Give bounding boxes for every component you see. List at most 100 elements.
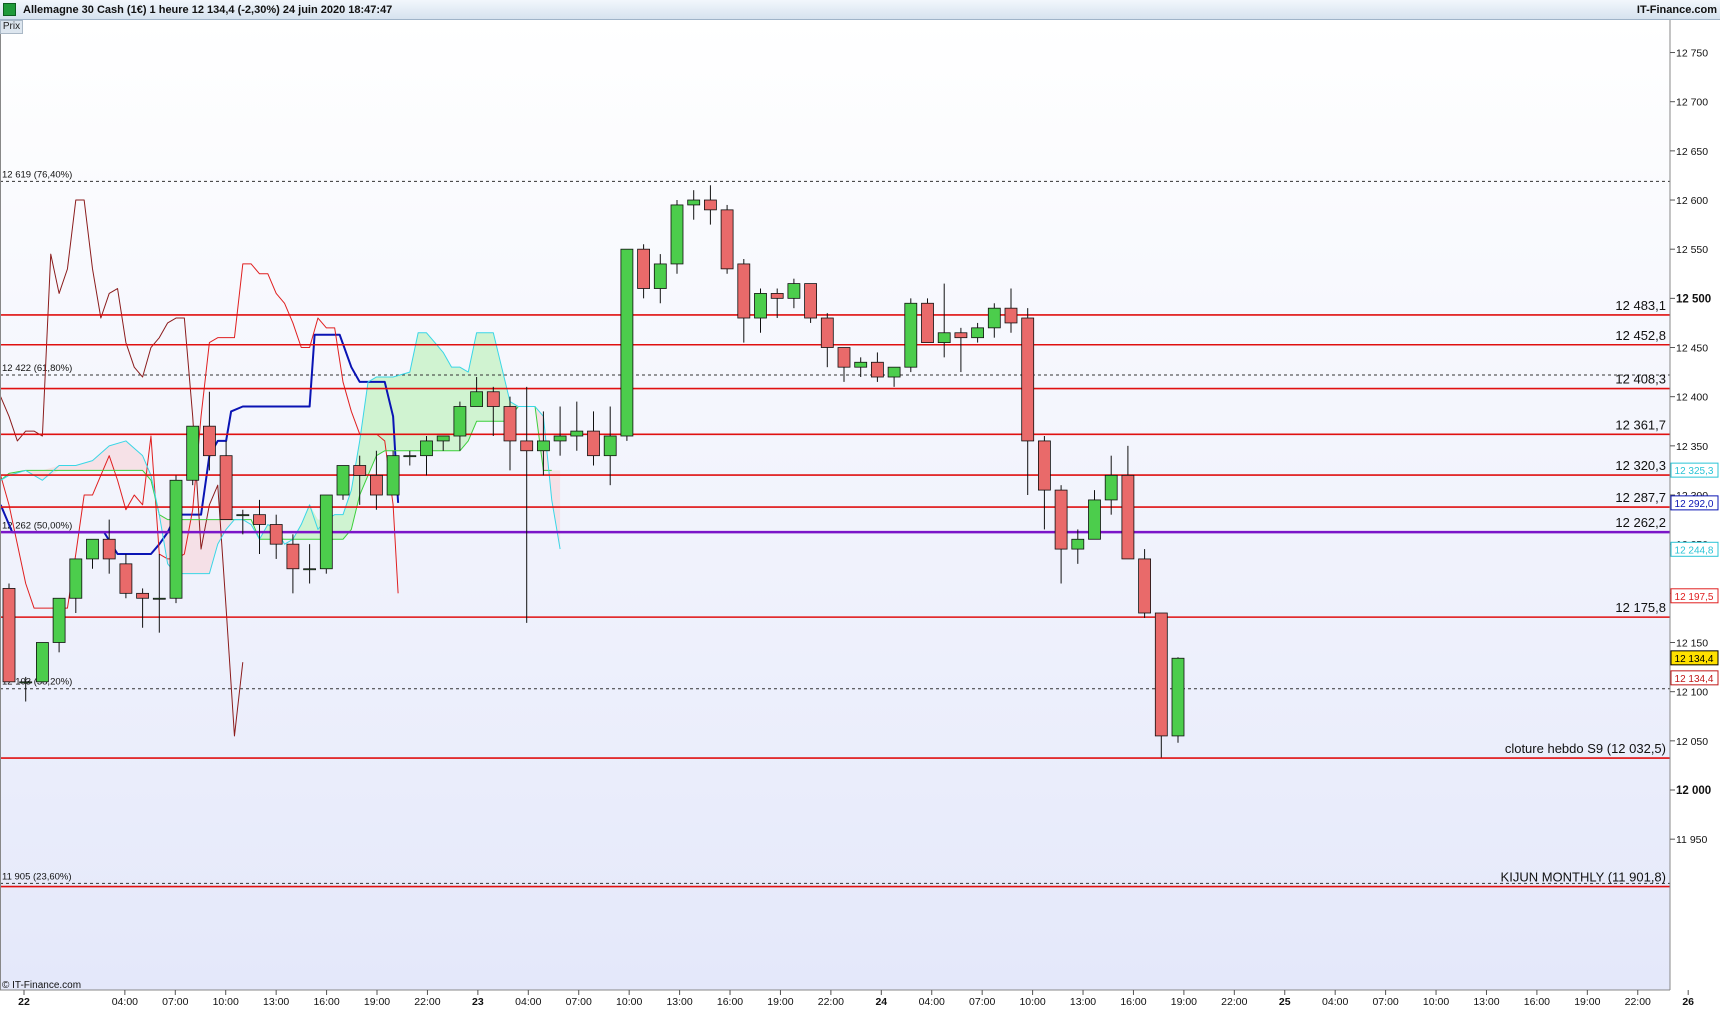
price-box-label: 12 197,5: [1675, 592, 1714, 603]
fibonacci-label: 12 619 (76,40%): [2, 169, 72, 180]
xaxis-tick-label: 10:00: [1019, 996, 1045, 1008]
price-box-label: 12 244,8: [1675, 545, 1714, 556]
candle-body: [987, 307, 1001, 329]
candle-body: [770, 293, 784, 299]
candle-body: [503, 406, 517, 442]
candle-body: [1071, 538, 1085, 550]
candle-body: [69, 558, 83, 599]
candle-body: [86, 538, 99, 560]
yaxis-tick-label: 12 150: [1676, 638, 1708, 650]
candle-body: [637, 248, 650, 289]
xaxis-tick-label: 22:00: [1625, 996, 1651, 1008]
candle-body: [169, 479, 183, 599]
candle-body: [837, 347, 851, 368]
candle-body: [921, 302, 934, 343]
candle-body: [202, 425, 216, 457]
price-box-label: 12 292,0: [1675, 499, 1714, 510]
yaxis-tick-label: 12 450: [1676, 343, 1708, 355]
support-resistance-label: 12 287,7: [1615, 490, 1666, 505]
candle-body: [119, 563, 133, 594]
xaxis-tick-label: 22: [18, 996, 30, 1008]
xaxis-tick-label: 07:00: [969, 996, 995, 1008]
xaxis-tick-label: 10:00: [1423, 996, 1449, 1008]
candle-body: [486, 391, 500, 407]
yaxis-tick-label: 12 700: [1676, 97, 1708, 109]
candle-body: [286, 543, 300, 570]
xaxis-tick-label: 13:00: [666, 996, 692, 1008]
price-box-label: 12 325,3: [1675, 466, 1714, 477]
yaxis-tick-label: 12 000: [1676, 785, 1711, 797]
support-resistance-label: 12 320,3: [1615, 458, 1666, 473]
xaxis-tick-label: 22:00: [414, 996, 440, 1008]
price-chart[interactable]: 12 619 (76,40%)12 422 (61,80%)12 262 (50…: [0, 20, 1720, 1010]
support-resistance-label: 12 452,8: [1615, 328, 1666, 343]
candle-body: [52, 597, 66, 643]
support-resistance-label: 12 408,3: [1615, 372, 1666, 387]
xaxis-tick-label: 10:00: [213, 996, 239, 1008]
candle-body: [687, 199, 701, 206]
chart-title-bar: Allemagne 30 Cash (1€) 1 heure 12 134,4 …: [0, 0, 1720, 20]
candle-body: [136, 592, 150, 599]
yaxis-tick-label: 12 500: [1676, 293, 1711, 305]
candle-body: [670, 204, 684, 265]
candle-body: [353, 465, 367, 476]
xaxis-tick-label: 16:00: [717, 996, 743, 1008]
xaxis-tick-label: 04:00: [919, 996, 945, 1008]
yaxis-tick-label: 11 950: [1676, 834, 1707, 846]
xaxis-tick-label: 07:00: [162, 996, 188, 1008]
candle-body: [436, 435, 450, 442]
candle-body: [854, 361, 868, 368]
candle-body: [102, 538, 116, 560]
candle-body: [1054, 489, 1068, 550]
candle-body: [36, 642, 49, 683]
xaxis-tick-label: 13:00: [263, 996, 289, 1008]
candle-body: [253, 514, 266, 525]
xaxis-background: [0, 990, 1720, 1010]
candle-body: [1038, 440, 1051, 491]
support-resistance-label: cloture hebdo S9 (12 032,5): [1505, 741, 1666, 756]
xaxis-tick-label: 16:00: [313, 996, 339, 1008]
support-resistance-label: 12 483,1: [1615, 298, 1666, 313]
candle-body: [904, 302, 918, 368]
candle-body: [820, 317, 834, 348]
candle-body: [269, 524, 283, 545]
xaxis-tick-label: 04:00: [1322, 996, 1348, 1008]
candle-body: [653, 263, 667, 289]
fibonacci-label: 12 422 (61,80%): [2, 363, 72, 374]
candle-body: [704, 199, 717, 211]
support-resistance-label: KIJUN MONTHLY (11 901,8): [1501, 870, 1666, 885]
xaxis-tick-label: 19:00: [1171, 996, 1197, 1008]
xaxis-tick-label: 19:00: [364, 996, 390, 1008]
candle-body: [570, 430, 584, 437]
candle-body: [720, 209, 734, 270]
support-resistance-label: 12 361,7: [1615, 417, 1666, 432]
candle-body: [1004, 307, 1018, 324]
price-box-label: 12 134,4: [1675, 654, 1714, 665]
candle-body: [1121, 474, 1135, 560]
chart-title: Allemagne 30 Cash (1€) 1 heure 12 134,4 …: [23, 4, 393, 16]
candle-body: [1088, 499, 1101, 540]
pivot-label: 12 262,2: [1615, 515, 1666, 530]
xaxis-tick-label: 07:00: [1372, 996, 1398, 1008]
yaxis-tick-label: 12 400: [1676, 392, 1708, 404]
xaxis-tick-label: 24: [875, 996, 887, 1008]
candle-body: [887, 366, 901, 378]
xaxis-tick-label: 19:00: [767, 996, 793, 1008]
copyright-label: © IT-Finance.com: [2, 980, 82, 991]
candle-body: [587, 430, 600, 457]
candle-body: [369, 474, 383, 496]
candle-body: [1021, 317, 1035, 442]
yaxis-tick-label: 12 550: [1676, 244, 1708, 256]
candle-body: [537, 440, 550, 452]
candle-body: [937, 332, 951, 343]
xaxis-tick-label: 25: [1279, 996, 1291, 1008]
candle-body: [319, 494, 333, 570]
pane-label: Prix: [0, 20, 23, 34]
candle-body: [470, 391, 484, 407]
candle-body: [403, 455, 417, 458]
candle-body: [804, 283, 817, 319]
candle-body: [1171, 657, 1185, 737]
candle-body: [303, 568, 317, 571]
candle-body: [1138, 558, 1151, 614]
xaxis-tick-label: 16:00: [1120, 996, 1146, 1008]
